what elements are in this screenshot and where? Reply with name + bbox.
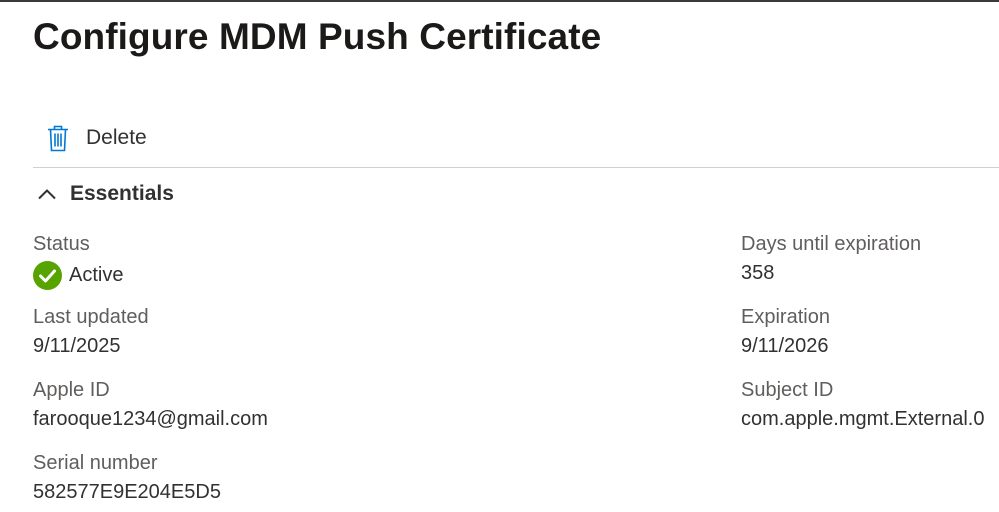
check-circle-icon bbox=[33, 260, 62, 290]
last-updated-field: Last updated 9/11/2025 bbox=[33, 305, 149, 358]
last-updated-label: Last updated bbox=[33, 306, 149, 328]
subject-id-value: com.apple.mgmt.External.0 bbox=[741, 408, 985, 430]
serial-number-field: Serial number 582577E9E204E5D5 bbox=[33, 451, 221, 504]
subject-id-label: Subject ID bbox=[741, 379, 834, 401]
status-value: Active bbox=[69, 264, 124, 286]
delete-button[interactable]: Delete bbox=[47, 123, 147, 153]
days-until-expiration-label: Days until expiration bbox=[741, 233, 922, 255]
days-until-expiration-field: Days until expiration 358 bbox=[741, 232, 921, 285]
essentials-toggle[interactable]: Essentials bbox=[37, 180, 174, 208]
serial-number-label: Serial number bbox=[33, 452, 158, 474]
days-until-expiration-value: 358 bbox=[741, 262, 775, 284]
expiration-field: Expiration 9/11/2026 bbox=[741, 305, 830, 358]
expiration-value: 9/11/2026 bbox=[741, 335, 829, 357]
delete-label: Delete bbox=[86, 126, 147, 149]
top-border bbox=[0, 0, 999, 2]
apple-id-label: Apple ID bbox=[33, 379, 110, 401]
apple-id-field: Apple ID farooque1234@gmail.com bbox=[33, 378, 268, 431]
subject-id-field: Subject ID com.apple.mgmt.External.0 bbox=[741, 378, 999, 431]
page-title: Configure MDM Push Certificate bbox=[33, 16, 602, 57]
apple-id-value: farooque1234@gmail.com bbox=[33, 408, 268, 430]
status-field: Status Active bbox=[33, 232, 123, 290]
serial-number-value: 582577E9E204E5D5 bbox=[33, 481, 221, 503]
essentials-label: Essentials bbox=[70, 182, 174, 205]
expiration-label: Expiration bbox=[741, 306, 830, 328]
command-bar: Delete bbox=[33, 117, 999, 168]
status-value-row: Active bbox=[33, 260, 123, 290]
last-updated-value: 9/11/2025 bbox=[33, 335, 121, 357]
trash-icon bbox=[47, 125, 69, 152]
status-label: Status bbox=[33, 233, 90, 255]
chevron-up-icon bbox=[37, 187, 57, 201]
